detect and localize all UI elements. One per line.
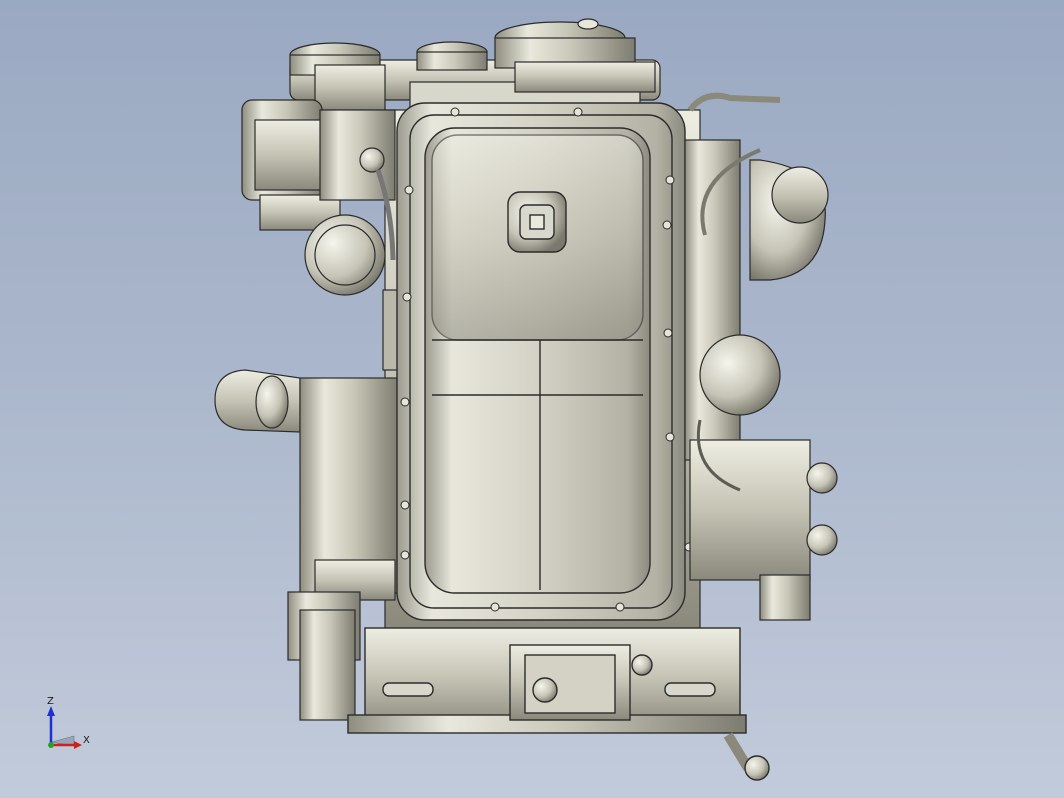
x-axis-arrow xyxy=(74,741,82,749)
x-axis-label: X xyxy=(83,735,90,746)
oil-pan xyxy=(396,102,694,621)
left-upper-assembly xyxy=(241,99,396,296)
coordinate-triad: Z X xyxy=(40,696,100,758)
cad-viewport[interactable]: Z X xyxy=(0,0,1064,798)
right-side-assembly xyxy=(684,92,838,621)
y-axis-point xyxy=(48,742,54,748)
z-axis-arrow xyxy=(47,706,55,716)
bellhousing xyxy=(347,627,770,781)
z-axis-label: Z xyxy=(47,696,54,707)
engine-model[interactable] xyxy=(0,0,1064,798)
